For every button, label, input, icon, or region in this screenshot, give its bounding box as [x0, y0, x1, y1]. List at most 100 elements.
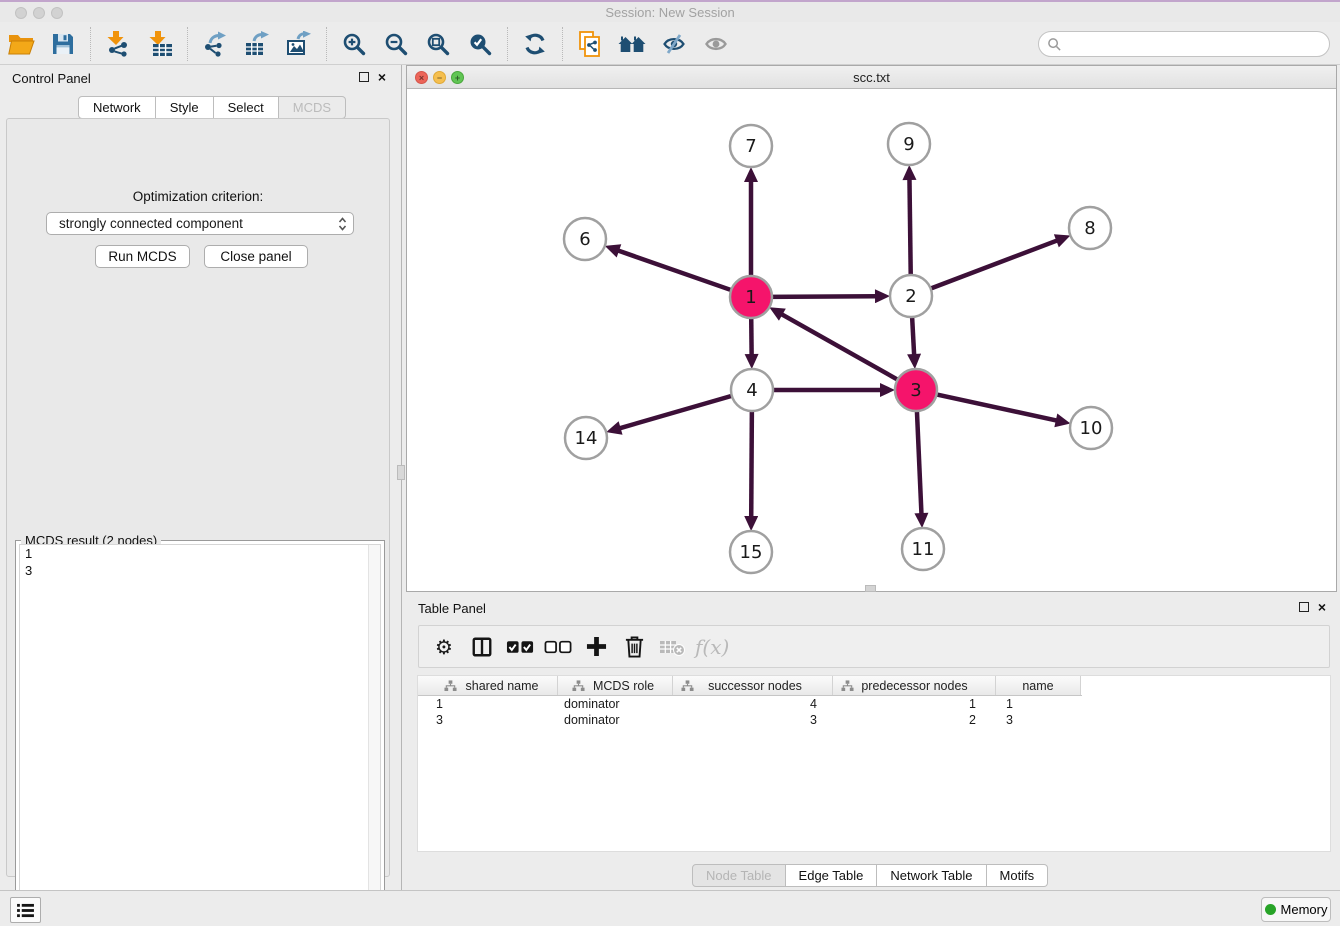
tab-network-table[interactable]: Network Table — [877, 864, 986, 887]
graph-edge-4-14[interactable] — [620, 395, 735, 428]
network-window-titlebar[interactable]: × − + scc.txt — [407, 66, 1336, 89]
mcds-result-list[interactable]: 1 3 — [19, 544, 381, 920]
graph-node-label-4: 4 — [746, 380, 757, 401]
tree-icon — [841, 680, 854, 692]
app-window: Session: New Session Control Panel — [0, 0, 1340, 926]
network-window: × − + scc.txt 7968124314101511 — [406, 65, 1337, 592]
run-mcds-button[interactable]: Run MCDS — [95, 245, 190, 268]
result-scrollbar[interactable] — [368, 545, 380, 919]
graph-node-label-7: 7 — [745, 136, 756, 157]
network-from-file-button[interactable] — [575, 29, 605, 59]
refresh-network-button[interactable] — [520, 29, 550, 59]
column-header-successor-nodes[interactable]: successor nodes — [673, 676, 833, 695]
splitter-grip[interactable] — [397, 465, 405, 480]
graph-edge-2-8[interactable] — [928, 240, 1057, 289]
network-file-icon — [577, 31, 603, 57]
mcds-result-box: MCDS result (2 nodes) 1 3 — [15, 540, 385, 924]
open-session-button[interactable] — [6, 29, 36, 59]
zoom-fit-icon — [426, 32, 450, 56]
graph-edge-1-6[interactable] — [618, 251, 734, 292]
float-panel-icon[interactable] — [359, 72, 369, 82]
home-button[interactable] — [617, 29, 647, 59]
tab-network[interactable]: Network — [78, 96, 156, 119]
criterion-select[interactable]: strongly connected component — [46, 212, 354, 235]
optimization-criterion-label: Optimization criterion: — [7, 189, 389, 204]
checked-boxes-icon — [506, 639, 535, 655]
tab-motifs[interactable]: Motifs — [987, 864, 1049, 887]
save-session-button[interactable] — [48, 29, 78, 59]
toolbar-separator — [507, 27, 508, 61]
close-table-panel-icon[interactable]: × — [1318, 602, 1326, 612]
preview-button[interactable] — [701, 29, 731, 59]
graph-edge-2-9[interactable] — [909, 179, 910, 278]
column-header-predecessor-nodes[interactable]: predecessor nodes — [833, 676, 996, 695]
graph-node-label-11: 11 — [912, 539, 935, 560]
graph-edge-3-10[interactable] — [934, 394, 1057, 421]
export-table-button[interactable] — [242, 29, 272, 59]
network-graph[interactable]: 7968124314101511 — [407, 89, 1336, 591]
control-panel-header: Control Panel × — [0, 65, 396, 93]
select-all-button[interactable] — [505, 631, 535, 663]
graph-edge-2-3[interactable] — [912, 314, 914, 355]
export-network-button[interactable] — [200, 29, 230, 59]
add-row-button[interactable] — [581, 631, 611, 663]
close-panel-icon[interactable]: × — [378, 72, 386, 82]
zoom-out-button[interactable] — [381, 29, 411, 59]
graph-node-label-1: 1 — [745, 287, 756, 308]
import-network-button[interactable] — [103, 29, 133, 59]
tab-edge-table[interactable]: Edge Table — [786, 864, 878, 887]
task-history-button[interactable] — [10, 897, 41, 923]
import-table-button[interactable] — [145, 29, 175, 59]
export-image-icon — [286, 31, 313, 57]
column-header-name[interactable]: name — [996, 676, 1081, 695]
unchecked-boxes-icon — [544, 639, 573, 655]
graph-edge-3-11[interactable] — [917, 408, 922, 514]
graph-node-label-15: 15 — [740, 542, 763, 563]
export-image-button[interactable] — [284, 29, 314, 59]
table-row[interactable]: 3 dominator 3 2 3 — [418, 712, 1330, 728]
show-hide-panels-button[interactable] — [659, 29, 689, 59]
network-canvas[interactable]: 7968124314101511 — [407, 89, 1336, 591]
show-columns-button[interactable] — [467, 631, 497, 663]
float-table-panel-icon[interactable] — [1299, 602, 1309, 612]
zoom-selected-button[interactable] — [465, 29, 495, 59]
search-input[interactable] — [1066, 34, 1329, 54]
refresh-icon — [523, 32, 547, 56]
export-table-icon — [244, 31, 271, 57]
list-icon — [16, 903, 35, 918]
graph-edge-3-1[interactable] — [781, 314, 900, 381]
graph-edge-4-15[interactable] — [751, 408, 752, 517]
toolbar-separator — [90, 27, 91, 61]
window-title: Session: New Session — [0, 5, 1340, 20]
column-header-mcds-role[interactable]: MCDS role — [558, 676, 673, 695]
table-row[interactable]: 1 dominator 4 1 1 — [418, 696, 1330, 712]
search-field[interactable] — [1038, 31, 1330, 57]
tab-select[interactable]: Select — [214, 96, 279, 119]
zoom-in-icon — [342, 32, 366, 56]
table-settings-button[interactable]: ⚙ — [429, 631, 459, 663]
function-builder-button[interactable]: f(x) — [695, 631, 729, 663]
graph-edge-1-2[interactable] — [769, 296, 876, 297]
column-header-shared-name[interactable]: shared name — [418, 676, 558, 695]
tab-style[interactable]: Style — [156, 96, 214, 119]
horizontal-splitter-grip[interactable] — [865, 585, 876, 592]
table-panel-title: Table Panel — [418, 601, 486, 616]
deselect-all-button[interactable] — [543, 631, 573, 663]
zoom-in-button[interactable] — [339, 29, 369, 59]
control-panel-title: Control Panel — [12, 71, 91, 86]
close-panel-button[interactable]: Close panel — [204, 245, 308, 268]
zoom-fit-button[interactable] — [423, 29, 453, 59]
select-stepper-icon — [338, 216, 347, 232]
tab-mcds[interactable]: MCDS — [279, 96, 346, 119]
table-tabs: Node Table Edge Table Network Table Moti… — [692, 864, 1048, 887]
graph-node-label-14: 14 — [575, 428, 598, 449]
delete-row-button[interactable] — [619, 631, 649, 663]
table-panel: Table Panel × ⚙ f(x) shared name MCDS ro… — [406, 594, 1340, 890]
memory-button[interactable]: Memory — [1261, 897, 1331, 922]
delete-table-button[interactable] — [657, 631, 687, 663]
network-window-title: scc.txt — [407, 70, 1336, 85]
table-toolbar: ⚙ f(x) — [418, 625, 1330, 668]
toolbar-separator — [326, 27, 327, 61]
vertical-splitter[interactable] — [396, 65, 406, 890]
tab-node-table[interactable]: Node Table — [692, 864, 786, 887]
